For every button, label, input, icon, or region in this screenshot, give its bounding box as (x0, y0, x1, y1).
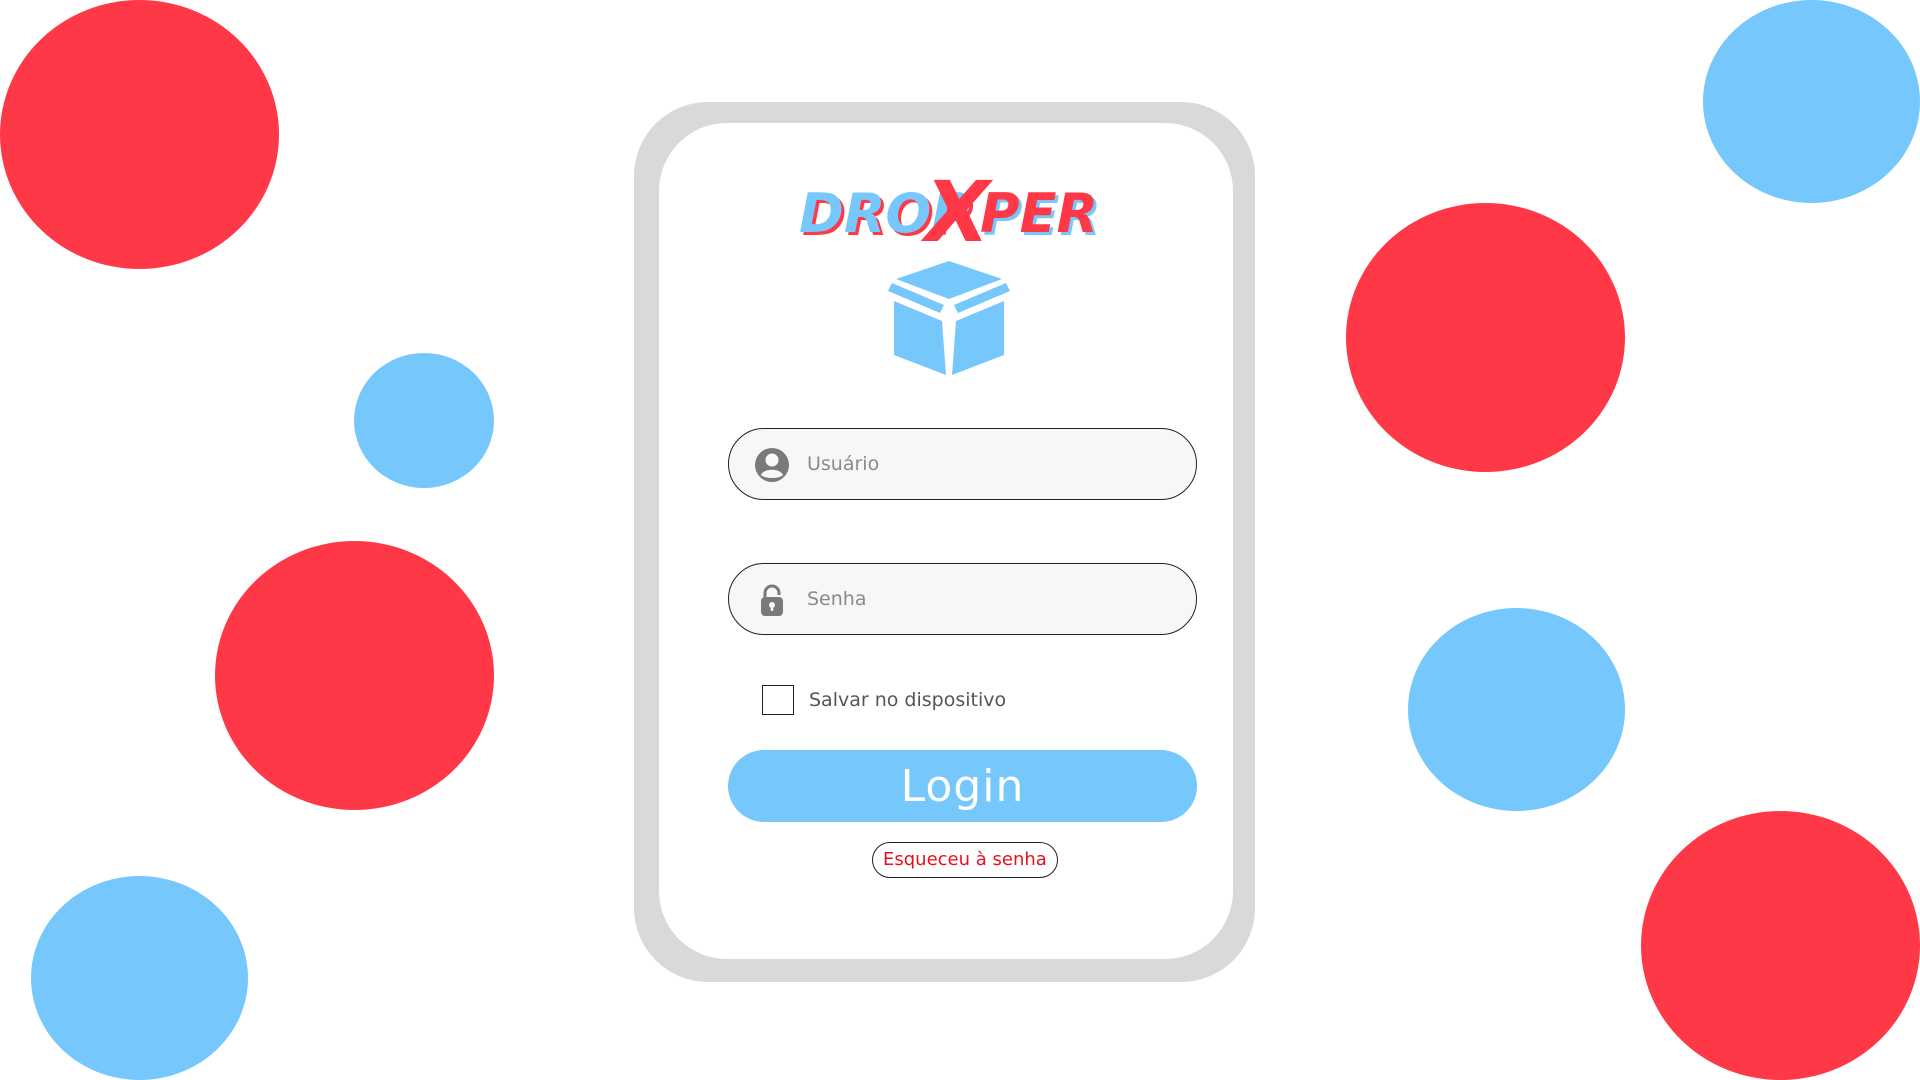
decor-circle-blue (1703, 0, 1920, 203)
svg-text:PERT: PERT (980, 182, 1097, 245)
decor-circle-blue (354, 353, 494, 488)
username-field[interactable] (728, 428, 1197, 500)
login-card: DROP DROP X PERT PERT (659, 123, 1233, 959)
user-circle-icon (755, 448, 789, 482)
decor-circle-red (0, 0, 279, 269)
remember-checkbox[interactable] (762, 685, 794, 715)
open-box-icon (888, 261, 1010, 375)
remember-label: Salvar no dispositivo (809, 689, 1007, 711)
login-card-frame: DROP DROP X PERT PERT (634, 102, 1255, 982)
login-button[interactable]: Login (728, 750, 1197, 822)
decor-circle-red (1346, 203, 1625, 472)
password-input[interactable] (807, 564, 1177, 634)
username-input[interactable] (807, 429, 1177, 499)
forgot-password-link[interactable]: Esqueceu à senha (872, 842, 1058, 878)
login-screen: DROP DROP X PERT PERT (0, 0, 1920, 1080)
decor-circle-red (215, 541, 494, 810)
remember-device[interactable]: Salvar no dispositivo (762, 685, 1006, 715)
password-field[interactable] (728, 563, 1197, 635)
decor-circle-blue (1408, 608, 1625, 811)
decor-circle-red (1641, 811, 1920, 1080)
dropxpert-logo: DROP DROP X PERT PERT (799, 163, 1097, 253)
decor-circle-blue (31, 876, 248, 1080)
lock-icon (761, 584, 783, 616)
